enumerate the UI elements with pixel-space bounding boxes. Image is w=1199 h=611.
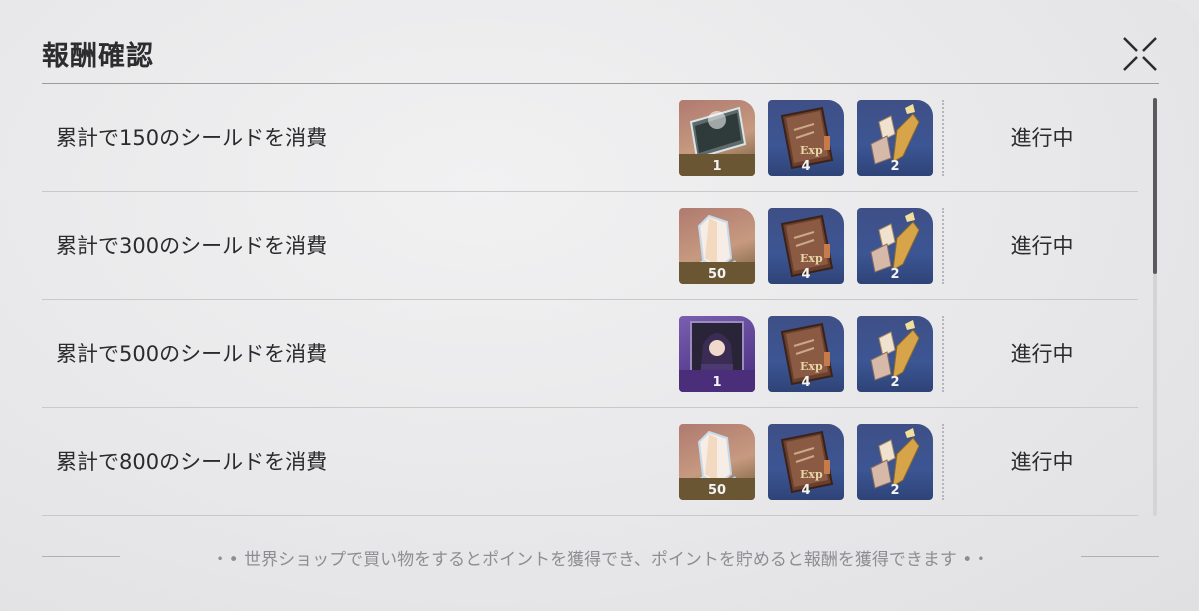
reward-divider xyxy=(942,316,944,392)
reward-item-ticket[interactable]: 1 xyxy=(679,100,755,176)
reward-items: 50 4 2 xyxy=(679,208,933,284)
reward-divider xyxy=(942,208,944,284)
reward-confirmation-dialog: 報酬確認 累計で150のシールドを消費 1 4 2 進行中 累計で300のシール… xyxy=(0,0,1199,611)
task-status: 進行中 xyxy=(1010,126,1074,150)
dialog-title: 報酬確認 xyxy=(42,41,154,72)
task-row: 累計で150のシールドを消費 1 4 2 進行中 xyxy=(42,84,1138,192)
reward-quantity: 4 xyxy=(801,483,811,498)
reward-items: 50 4 2 xyxy=(679,424,933,500)
task-status: 進行中 xyxy=(1010,234,1074,258)
reward-item-exp-book[interactable]: 4 xyxy=(768,100,844,176)
reward-item-prism[interactable]: 50 xyxy=(679,424,755,500)
reward-quantity: 4 xyxy=(801,159,811,174)
reward-quantity: 2 xyxy=(890,483,900,498)
task-row: 累計で300のシールドを消費 50 4 2 進行中 xyxy=(42,192,1138,300)
reward-quantity: 50 xyxy=(707,267,727,282)
footer-line-right xyxy=(1081,556,1159,557)
reward-item-character-card[interactable]: 1 xyxy=(679,316,755,392)
reward-quantity: 4 xyxy=(801,267,811,282)
reward-item-material[interactable]: 2 xyxy=(857,316,933,392)
reward-divider xyxy=(942,424,944,500)
task-row: 累計で800のシールドを消費 50 4 2 進行中 xyxy=(42,408,1138,516)
reward-quantity: 2 xyxy=(890,159,900,174)
reward-item-exp-book[interactable]: 4 xyxy=(768,208,844,284)
task-status: 進行中 xyxy=(1010,450,1074,474)
task-label: 累計で300のシールドを消費 xyxy=(56,234,328,258)
reward-item-material[interactable]: 2 xyxy=(857,424,933,500)
scrollbar-thumb[interactable] xyxy=(1153,98,1157,274)
task-status: 進行中 xyxy=(1010,342,1074,366)
reward-quantity: 50 xyxy=(707,483,727,498)
footer-line-left xyxy=(42,556,120,557)
reward-item-material[interactable]: 2 xyxy=(857,208,933,284)
reward-task-list[interactable]: 累計で150のシールドを消費 1 4 2 進行中 累計で300のシールドを消費 … xyxy=(42,84,1138,516)
task-label: 累計で150のシールドを消費 xyxy=(56,126,328,150)
task-row: 累計で500のシールドを消費 1 4 2 進行中 xyxy=(42,300,1138,408)
reward-quantity: 4 xyxy=(801,375,811,390)
footer-note-text: ・• 世界ショップで買い物をするとポイントを獲得でき、ポイントを貯めると報酬を獲… xyxy=(211,550,990,570)
reward-quantity: 1 xyxy=(712,159,722,174)
reward-divider xyxy=(942,100,944,176)
reward-item-exp-book[interactable]: 4 xyxy=(768,424,844,500)
footer-note: ・• 世界ショップで買い物をするとポイントを獲得でき、ポイントを貯めると報酬を獲… xyxy=(42,540,1159,570)
reward-quantity: 2 xyxy=(890,375,900,390)
task-label: 累計で800のシールドを消費 xyxy=(56,450,328,474)
reward-quantity: 1 xyxy=(712,375,722,390)
reward-items: 1 4 2 xyxy=(679,100,933,176)
list-scrollbar[interactable] xyxy=(1153,98,1157,516)
reward-item-exp-book[interactable]: 4 xyxy=(768,316,844,392)
reward-quantity: 2 xyxy=(890,267,900,282)
close-x-icon[interactable] xyxy=(1118,32,1162,76)
reward-item-prism[interactable]: 50 xyxy=(679,208,755,284)
reward-item-material[interactable]: 2 xyxy=(857,100,933,176)
reward-items: 1 4 2 xyxy=(679,316,933,392)
task-label: 累計で500のシールドを消費 xyxy=(56,342,328,366)
